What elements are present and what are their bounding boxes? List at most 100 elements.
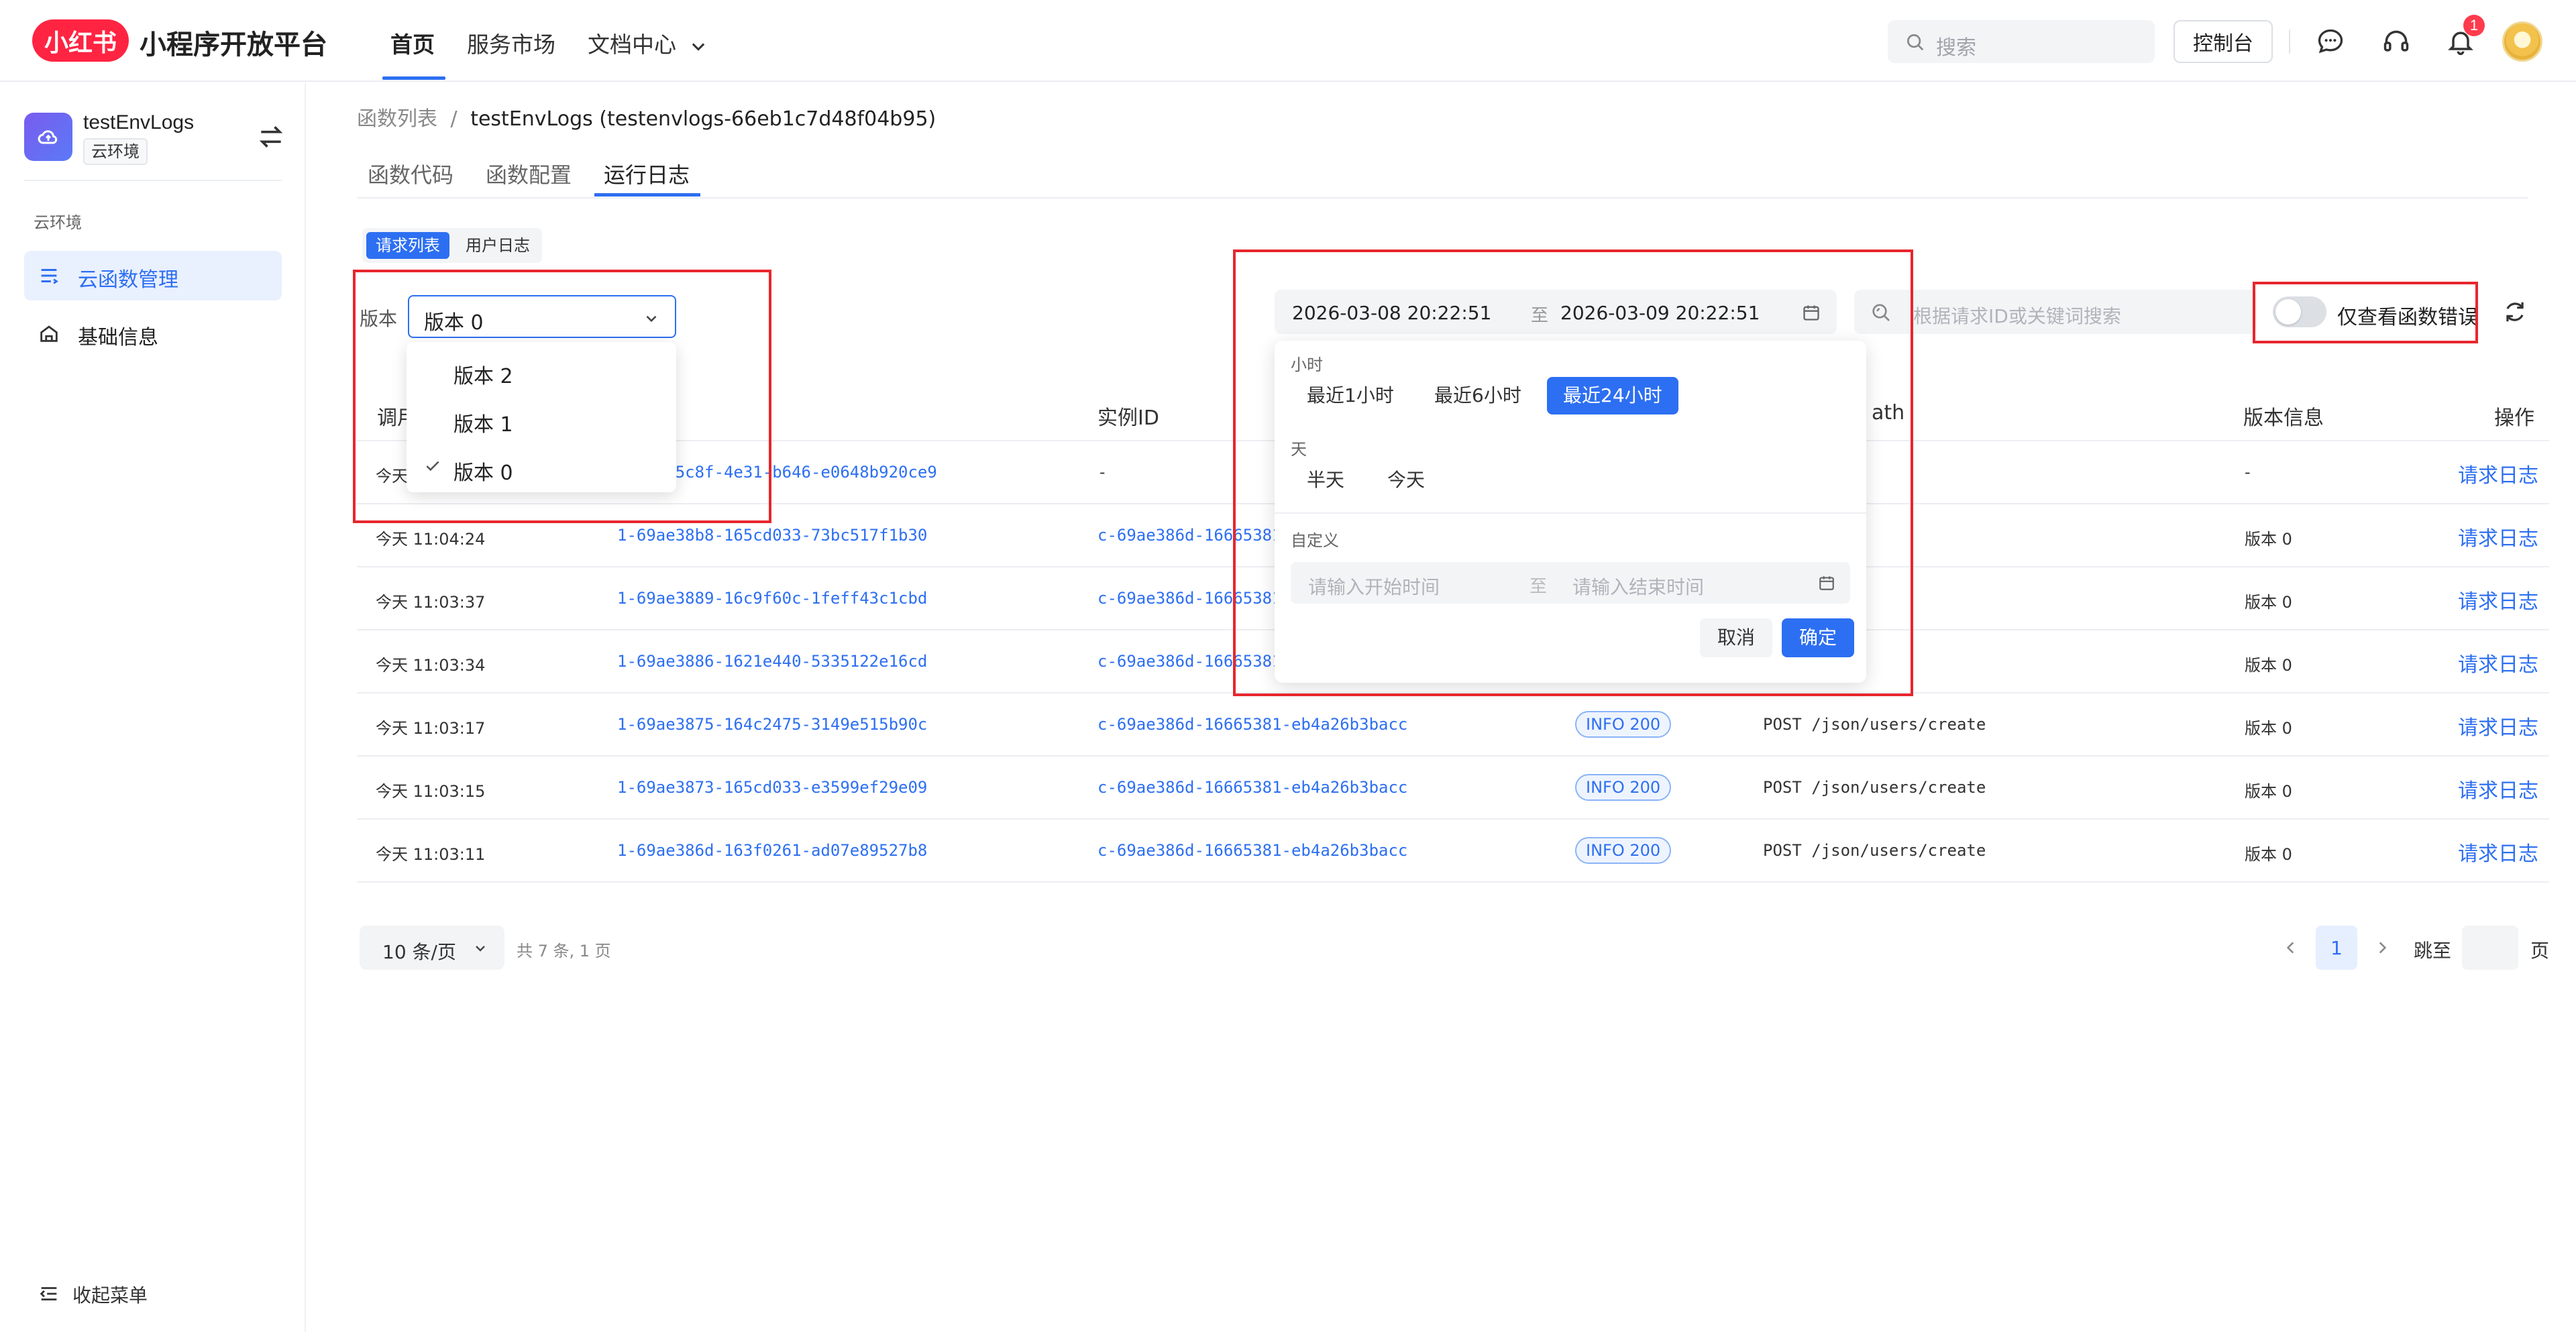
sidebar-item-basic-info[interactable]: 基础信息	[24, 309, 282, 358]
notification-badge: 1	[2463, 15, 2485, 36]
request-log-link[interactable]: 请求日志	[2458, 711, 2538, 740]
col-header-version: 版本信息	[2243, 406, 2324, 430]
cell-instance-id[interactable]: c-69ae386d-16665381-eb4a26b3bacc	[1097, 715, 1407, 734]
tab-run-logs[interactable]: 运行日志	[604, 158, 690, 189]
chevron-left-icon	[2286, 942, 2294, 954]
total-count: 共 7 条, 1 页	[517, 942, 611, 960]
collapse-icon	[40, 1287, 57, 1300]
search-placeholder: 根据请求ID或关键词搜索	[1913, 305, 2121, 327]
sidebar-item-cloud-functions[interactable]: 云函数管理	[24, 251, 282, 300]
col-header-action: 操作	[2494, 406, 2534, 430]
user-avatar[interactable]	[2502, 21, 2542, 62]
nav-active-indicator	[382, 76, 445, 80]
home-icon	[40, 325, 58, 342]
cell-version: 版本 0	[2245, 845, 2292, 864]
request-search-input[interactable]: 根据请求ID或关键词搜索	[1854, 290, 2257, 334]
request-log-link[interactable]: 请求日志	[2458, 585, 2538, 614]
row-divider	[357, 755, 2549, 757]
jump-page-input[interactable]	[2462, 926, 2518, 970]
cell-request-id[interactable]: 1-69ae386d-163f0261-ad07e89527b8	[617, 841, 927, 860]
sidebar: testEnvLogs 云环境 云环境 云函数管理 基础信息	[0, 83, 306, 1332]
search-icon	[1907, 34, 1924, 51]
row-divider	[357, 881, 2549, 883]
cell-path: POST /json/users/create	[1763, 778, 1986, 797]
cell-request-id[interactable]: 1-69ae3886-1621e440-5335122e16cd	[617, 652, 927, 671]
highlight-box-time-range	[1233, 249, 1913, 696]
collapse-label: 收起菜单	[72, 1284, 148, 1307]
breadcrumb-separator: /	[450, 107, 458, 131]
request-log-link[interactable]: 请求日志	[2458, 459, 2538, 488]
message-icon[interactable]	[2313, 24, 2348, 59]
cell-request-id[interactable]: 1-69ae3889-16c9f60c-1feff43c1cbd	[617, 589, 927, 608]
cell-path: POST /json/users/create	[1763, 841, 1986, 860]
sidebar-item-label: 基础信息	[78, 326, 158, 349]
request-log-link[interactable]: 请求日志	[2458, 648, 2538, 677]
cell-request-id[interactable]: 1-69ae38b8-165cd033-73bc517f1b30	[617, 526, 927, 545]
nav-service-market[interactable]: 服务市场	[467, 27, 555, 59]
next-page-button[interactable]	[2361, 926, 2403, 970]
page-size-select[interactable]: 10 条/页	[360, 926, 504, 970]
status-badge: INFO 200	[1575, 774, 1672, 801]
page-1-button[interactable]: 1	[2316, 926, 2357, 970]
search-placeholder: 搜索	[1936, 36, 1976, 60]
cell-time: 今天 11:03:34	[376, 656, 486, 675]
cell-path: POST /json/users/create	[1763, 715, 1986, 734]
cell-version: -	[2245, 463, 2251, 482]
env-name: testEnvLogs	[83, 111, 195, 133]
cell-time: 今天 11:04:24	[376, 530, 486, 549]
prev-page-button[interactable]	[2270, 926, 2312, 970]
list-icon	[41, 268, 58, 284]
divider	[2289, 30, 2290, 54]
cell-request-id[interactable]: 1-69ae3875-164c2475-3149e515b90c	[617, 715, 927, 734]
segment-user-logs[interactable]: 用户日志	[456, 232, 539, 259]
highlight-box-error-toggle	[2253, 282, 2478, 343]
log-type-switch: 请求列表 用户日志	[362, 228, 542, 263]
global-search-input[interactable]: 搜索	[1888, 20, 2155, 63]
cell-version: 版本 0	[2245, 719, 2292, 738]
request-log-link[interactable]: 请求日志	[2458, 774, 2538, 803]
cell-version: 版本 0	[2245, 782, 2292, 801]
cell-request-id[interactable]: 1-69ae3873-165cd033-e3599ef29e09	[617, 778, 927, 797]
cell-instance-id[interactable]: c-69ae386d-16665381-eb4a26b3bacc	[1097, 841, 1407, 860]
cell-time: 今天 11:03:11	[376, 845, 486, 864]
sidebar-divider	[24, 180, 282, 181]
sidebar-group-label: 云环境	[34, 213, 82, 232]
cell-version: 版本 0	[2245, 530, 2292, 549]
breadcrumb-parent[interactable]: 函数列表	[357, 107, 437, 131]
refresh-icon[interactable]	[2502, 299, 2528, 325]
nav-docs[interactable]: 文档中心	[588, 27, 708, 59]
tabs-divider	[357, 197, 2528, 199]
cell-version: 版本 0	[2245, 656, 2292, 675]
cell-instance-id[interactable]: c-69ae386d-16665381-eb4a26b3bacc	[1097, 778, 1407, 797]
request-log-link[interactable]: 请求日志	[2458, 837, 2538, 867]
status-badge: INFO 200	[1575, 711, 1672, 738]
console-button[interactable]: 控制台	[2174, 20, 2273, 63]
breadcrumb: 函数列表 / testEnvLogs (testenvlogs-66eb1c7d…	[357, 102, 936, 131]
cell-version: 版本 0	[2245, 593, 2292, 612]
segment-request-list[interactable]: 请求列表	[366, 232, 449, 259]
highlight-box-version	[353, 270, 771, 523]
chevron-down-icon	[476, 946, 485, 952]
sidebar-item-label: 云函数管理	[78, 268, 178, 292]
col-header-instance-id: 实例ID	[1097, 406, 1159, 430]
switch-env-icon[interactable]	[256, 122, 286, 152]
request-log-link[interactable]: 请求日志	[2458, 522, 2538, 551]
page-size-value: 10 条/页	[382, 941, 456, 963]
cloud-env-icon	[24, 113, 72, 161]
tab-active-indicator	[594, 193, 700, 197]
tab-function-code[interactable]: 函数代码	[368, 158, 453, 189]
nav-docs-label: 文档中心	[588, 32, 676, 58]
brand-logo[interactable]: 小红书	[32, 19, 129, 62]
headset-icon[interactable]	[2379, 24, 2414, 59]
chevron-down-icon	[692, 42, 704, 51]
tab-function-config[interactable]: 函数配置	[486, 158, 572, 189]
jump-label: 跳至	[2414, 940, 2452, 962]
status-badge: INFO 200	[1575, 837, 1672, 864]
cell-time: 今天 11:03:37	[376, 593, 486, 612]
cell-time: 今天 11:03:15	[376, 782, 486, 801]
row-divider	[357, 818, 2549, 820]
cell-time: 今天 11:03:17	[376, 719, 486, 738]
nav-home[interactable]: 首页	[390, 27, 435, 59]
breadcrumb-current: testEnvLogs (testenvlogs-66eb1c7d48f04b9…	[470, 107, 936, 131]
env-tag: 云环境	[83, 138, 148, 165]
